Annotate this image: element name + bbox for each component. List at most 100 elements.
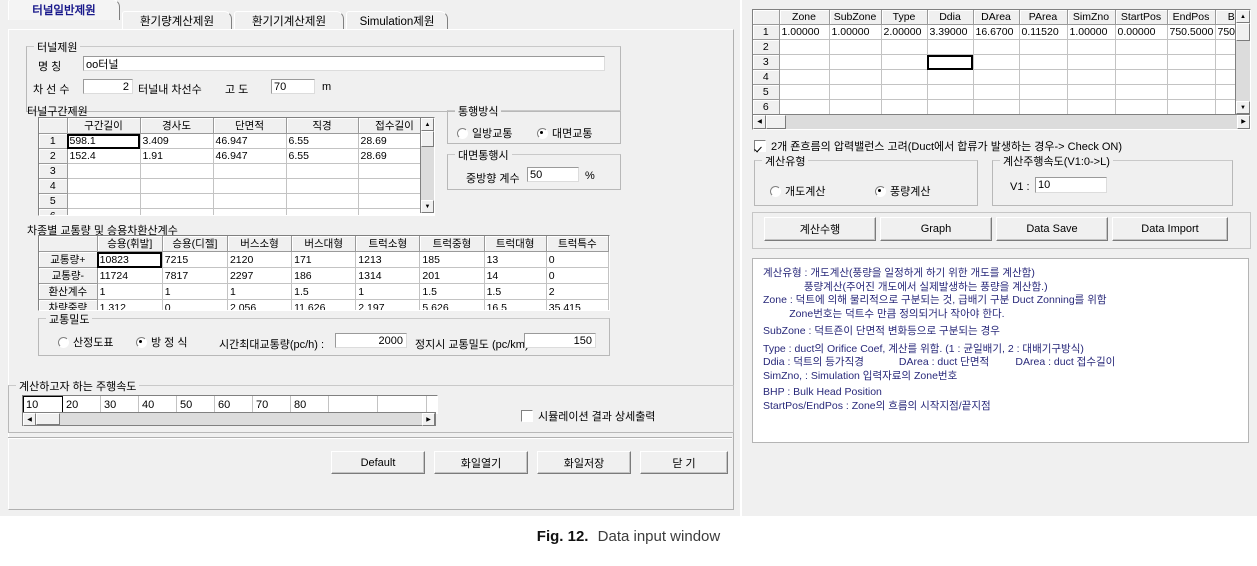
cell[interactable]	[881, 99, 928, 114]
cell[interactable]	[779, 54, 830, 70]
directional-factor-input[interactable]: 50	[527, 167, 579, 182]
cell[interactable]: 1.5	[484, 283, 547, 300]
cell[interactable]: 16.5	[484, 299, 547, 310]
scroll-track[interactable]	[421, 147, 434, 200]
cell[interactable]	[286, 208, 359, 215]
cell[interactable]: 28.69	[358, 133, 420, 149]
cell[interactable]: 598.1	[67, 133, 141, 149]
cell[interactable]	[1115, 54, 1168, 70]
cell[interactable]	[1215, 54, 1235, 70]
scroll-up-icon[interactable]: ▲	[421, 118, 434, 131]
table-row[interactable]: 교통량- 11724 7817 2297 186 1314 201 14 0	[39, 267, 609, 284]
cell[interactable]	[1019, 39, 1068, 55]
cell[interactable]	[881, 84, 928, 100]
cell-selected[interactable]	[927, 54, 974, 70]
cell[interactable]	[1167, 54, 1216, 70]
speed-scrollbar[interactable]: ◀ ▶	[22, 412, 436, 426]
cell[interactable]: 1	[162, 283, 228, 300]
cell[interactable]	[1115, 39, 1168, 55]
cell[interactable]	[973, 99, 1020, 114]
scroll-right-icon[interactable]: ▶	[422, 413, 435, 426]
speed-tick[interactable]: 20	[63, 396, 101, 413]
section-table-scrollbar[interactable]: ▲ ▼	[420, 118, 434, 213]
table-row[interactable]: 차량중량 1.312 0 2.056 11.626 2.197 5.626 16…	[39, 299, 609, 310]
table-row[interactable]: 6	[753, 99, 1235, 114]
cell[interactable]	[67, 193, 141, 209]
cell[interactable]: 1	[97, 283, 163, 300]
cell[interactable]: 0	[546, 251, 609, 268]
cell[interactable]: 1.5	[291, 283, 357, 300]
scroll-thumb[interactable]	[766, 115, 786, 129]
speed-tick[interactable]	[427, 396, 437, 413]
data-save-button[interactable]: Data Save	[996, 217, 1108, 241]
cell[interactable]: 1.5	[419, 283, 485, 300]
speed-tick[interactable]	[378, 396, 427, 413]
peak-hour-input[interactable]: 2000	[335, 333, 407, 348]
table-row[interactable]: 환산계수 1 1 1 1.5 1 1.5 1.5 2	[39, 283, 609, 300]
radio-airflow-calc[interactable]: 풍량계산	[875, 183, 930, 199]
cell[interactable]	[829, 69, 882, 85]
scroll-left-icon[interactable]: ◀	[753, 115, 766, 129]
cell[interactable]	[881, 54, 928, 70]
cell[interactable]	[829, 84, 882, 100]
cell[interactable]: 35.415	[546, 299, 609, 310]
cell[interactable]	[927, 99, 974, 114]
cell[interactable]	[881, 69, 928, 85]
scroll-thumb[interactable]	[36, 413, 60, 425]
cell[interactable]	[1115, 84, 1168, 100]
cell[interactable]: 201	[419, 267, 485, 284]
cell[interactable]	[973, 54, 1020, 70]
cell[interactable]: 28.69	[358, 148, 420, 164]
cell[interactable]: 750.500	[1215, 24, 1235, 40]
scroll-track[interactable]	[60, 413, 422, 425]
scroll-track[interactable]	[1236, 41, 1250, 101]
v1-input[interactable]: 10	[1035, 177, 1107, 193]
graph-button[interactable]: Graph	[880, 217, 992, 241]
cell[interactable]: 1	[227, 283, 293, 300]
duct-grid[interactable]: Zone SubZone Type Ddia DArea PArea SimZn…	[753, 10, 1235, 114]
cell[interactable]	[927, 39, 974, 55]
cell[interactable]	[973, 69, 1020, 85]
cell[interactable]	[881, 39, 928, 55]
cell[interactable]: 7215	[162, 251, 228, 268]
cell[interactable]: 6.55	[286, 133, 359, 149]
cell[interactable]: 2.00000	[881, 24, 928, 40]
speed-tick[interactable]: 30	[101, 396, 139, 413]
cell[interactable]	[140, 178, 214, 194]
scroll-right-icon[interactable]: ▶	[1237, 115, 1250, 129]
cell[interactable]: 14	[484, 267, 547, 284]
section-table-container[interactable]: 구간길이 경사도 단면적 직경 접수길이 1 598.1 3.409 46.94…	[38, 117, 435, 216]
table-row[interactable]: 4	[39, 178, 420, 194]
default-button[interactable]: Default	[331, 451, 425, 474]
cell[interactable]: 0.00000	[1115, 24, 1168, 40]
cell[interactable]: 46.947	[213, 148, 287, 164]
duct-grid-hscrollbar[interactable]: ◀ ▶	[753, 114, 1250, 129]
cell[interactable]: 0	[546, 267, 609, 284]
cell[interactable]: 7817	[162, 267, 228, 284]
cell[interactable]	[1167, 39, 1216, 55]
table-row[interactable]: 6	[39, 208, 420, 215]
table-row[interactable]: 교통량+ 10823 7215 2120 171 1213 185 13 0	[39, 251, 609, 268]
speed-tick-selected[interactable]: 10	[23, 396, 63, 413]
table-row[interactable]: 4	[753, 69, 1235, 85]
table-row[interactable]: 2	[753, 39, 1235, 55]
cell[interactable]	[286, 193, 359, 209]
cell[interactable]: 1.00000	[829, 24, 882, 40]
cell[interactable]	[779, 84, 830, 100]
cell[interactable]	[1067, 84, 1116, 100]
cell[interactable]: 0.11520	[1019, 24, 1068, 40]
cell[interactable]: 13	[484, 251, 547, 268]
cell[interactable]	[1215, 69, 1235, 85]
data-import-button[interactable]: Data Import	[1112, 217, 1228, 241]
cell[interactable]	[1167, 99, 1216, 114]
scroll-up-icon[interactable]: ▲	[1236, 10, 1250, 23]
scroll-thumb[interactable]	[421, 131, 434, 147]
cell[interactable]	[213, 163, 287, 179]
cell[interactable]	[1019, 99, 1068, 114]
cell[interactable]	[1167, 84, 1216, 100]
cell[interactable]	[829, 99, 882, 114]
cell[interactable]	[67, 163, 141, 179]
cell[interactable]	[67, 208, 141, 215]
cell[interactable]	[1115, 99, 1168, 114]
table-row[interactable]: 2 152.4 1.91 46.947 6.55 28.69	[39, 148, 420, 164]
